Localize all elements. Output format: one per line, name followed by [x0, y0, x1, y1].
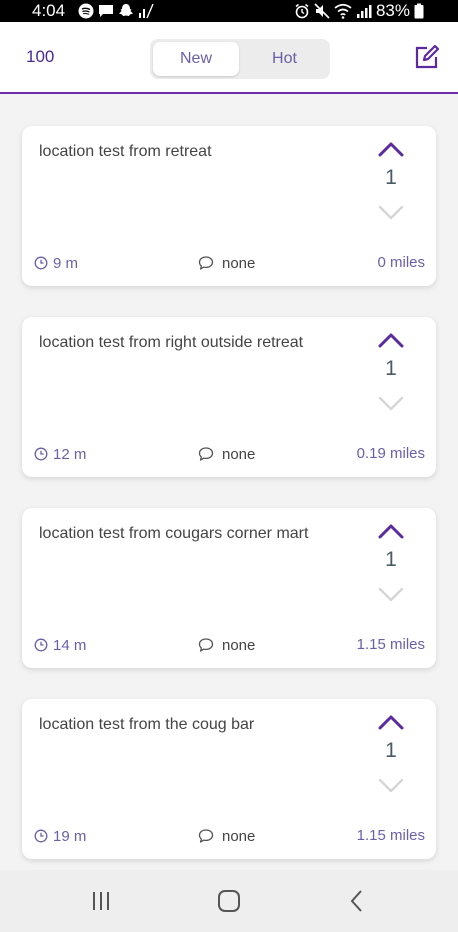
post-meta: 14 m none 1.15 miles [22, 634, 436, 656]
tab-new[interactable]: New [153, 42, 239, 76]
clock-icon [34, 256, 48, 270]
app-header: 100 New Hot [0, 22, 458, 94]
home-icon[interactable] [215, 888, 243, 914]
post-comments-text: none [222, 827, 256, 845]
post-comments-text: none [222, 445, 256, 463]
post-age: 9 m [34, 252, 78, 274]
snapchat-icon [119, 4, 133, 16]
post-text: location test from cougars corner mart [39, 525, 309, 542]
vote-count: 1 [385, 548, 397, 571]
battery-icon [414, 3, 424, 19]
post-distance: 0 miles [377, 254, 425, 271]
post-comments[interactable]: none [198, 634, 255, 656]
post-card[interactable]: location test from the coug bar 1 19 m n… [22, 699, 436, 859]
post-card[interactable]: location test from right outside retreat… [22, 317, 436, 477]
comment-icon [198, 638, 214, 652]
post-meta: 19 m none 1.15 miles [22, 825, 436, 847]
post-card[interactable]: location test from cougars corner mart 1… [22, 508, 436, 668]
status-system-icons: 83% [294, 2, 424, 20]
wifi-icon [334, 3, 352, 19]
message-icon [99, 5, 113, 17]
vote-count: 1 [385, 166, 397, 189]
clock-icon [34, 638, 48, 652]
cell-signal-icon [356, 5, 372, 18]
vote-count: 1 [385, 739, 397, 762]
spotify-icon [78, 3, 94, 19]
downvote-icon[interactable] [378, 586, 404, 604]
status-time: 4:04 [32, 1, 66, 20]
battery-percent: 83% [375, 1, 410, 20]
post-distance: 1.15 miles [356, 827, 425, 844]
comment-icon [198, 447, 214, 461]
tab-hot[interactable]: Hot [242, 42, 327, 76]
downvote-icon[interactable] [378, 395, 404, 413]
compose-icon[interactable] [414, 44, 440, 70]
post-age-text: 12 m [53, 445, 87, 463]
recents-icon[interactable] [87, 888, 115, 914]
post-distance: 0.19 miles [356, 445, 425, 462]
upvote-icon[interactable] [378, 140, 404, 158]
post-age: 19 m [34, 825, 86, 847]
post-age-text: 9 m [53, 254, 79, 272]
mute-icon [314, 3, 330, 19]
signal-icon [139, 3, 154, 19]
post-comments[interactable]: none [198, 252, 255, 274]
downvote-icon[interactable] [378, 777, 404, 795]
clock-icon [34, 829, 48, 843]
upvote-icon[interactable] [378, 713, 404, 731]
post-text: location test from retreat [39, 143, 212, 160]
comment-icon [198, 256, 214, 270]
post-comments-text: none [222, 636, 256, 654]
clock-icon [34, 447, 48, 461]
post-age-text: 19 m [53, 827, 87, 845]
post-comments-text: none [222, 254, 256, 272]
upvote-icon[interactable] [378, 522, 404, 540]
vote-count: 1 [385, 357, 397, 380]
comment-icon [198, 829, 214, 843]
system-nav-bar [0, 870, 458, 932]
post-age-text: 14 m [53, 636, 87, 654]
upvote-icon[interactable] [378, 331, 404, 349]
post-text: location test from the coug bar [39, 716, 255, 733]
back-icon[interactable] [343, 888, 371, 914]
downvote-icon[interactable] [378, 204, 404, 222]
post-meta: 12 m none 0.19 miles [22, 443, 436, 465]
status-notification-icons [78, 2, 156, 20]
status-bar: 4:04 83% [0, 0, 458, 22]
post-distance: 1.15 miles [356, 636, 425, 653]
karma-score: 100 [26, 47, 55, 66]
alarm-icon [295, 3, 309, 19]
post-feed[interactable]: location test from retreat 1 9 m none 0 … [0, 94, 458, 870]
sort-toggle: New Hot [150, 39, 330, 79]
post-comments[interactable]: none [198, 825, 255, 847]
post-comments[interactable]: none [198, 443, 255, 465]
post-card[interactable]: location test from retreat 1 9 m none 0 … [22, 126, 436, 286]
post-age: 14 m [34, 634, 86, 656]
post-age: 12 m [34, 443, 86, 465]
post-meta: 9 m none 0 miles [22, 252, 436, 274]
post-text: location test from right outside retreat [39, 334, 304, 351]
